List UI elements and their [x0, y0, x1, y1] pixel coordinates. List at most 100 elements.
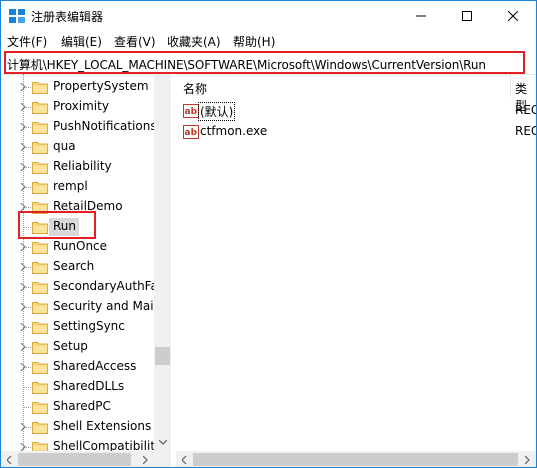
folder-icon: [32, 262, 48, 274]
expand-chevron-icon[interactable]: [19, 182, 28, 192]
chevron-left-icon: [7, 455, 12, 464]
menu-file[interactable]: 文件(F): [7, 33, 47, 50]
chevron-right-icon: [143, 455, 148, 464]
expand-chevron-icon[interactable]: [19, 122, 28, 132]
close-button[interactable]: [490, 1, 536, 31]
expand-chevron-icon[interactable]: [19, 242, 28, 252]
values-pane[interactable]: 名称 类型 ab (默认) REG ab ctfmon.exe REG: [176, 74, 536, 467]
expand-chevron-icon[interactable]: [19, 302, 28, 312]
column-separator[interactable]: [510, 75, 511, 97]
tree-item-label: SharedDLLs: [53, 379, 125, 393]
expand-chevron-icon[interactable]: [19, 422, 28, 432]
tree-item[interactable]: SharedPC: [1, 397, 151, 417]
expand-chevron-icon[interactable]: [19, 102, 28, 112]
tree-item[interactable]: Setup: [1, 337, 151, 357]
string-value-icon: ab: [183, 125, 199, 139]
maximize-icon: [462, 11, 472, 21]
tree-item[interactable]: Shell Extensions: [1, 417, 151, 437]
expand-chevron-icon[interactable]: [19, 342, 28, 352]
tree-item-label: PushNotifications: [53, 119, 157, 133]
tree-item[interactable]: rempl: [1, 177, 151, 197]
run-key-highlight: [18, 211, 96, 239]
maximize-button[interactable]: [444, 1, 490, 31]
expand-chevron-icon[interactable]: [19, 262, 28, 272]
tree-item[interactable]: PushNotifications: [1, 117, 157, 137]
expand-chevron-icon[interactable]: [19, 282, 28, 292]
chevron-down-icon: [158, 440, 167, 445]
tree-connector: [23, 407, 31, 408]
tree-item-label: Shell Extensions: [53, 419, 152, 433]
expand-chevron-icon[interactable]: [19, 82, 28, 92]
tree-item[interactable]: SharedDLLs: [1, 377, 151, 397]
tree-item[interactable]: PropertySystem: [1, 77, 151, 97]
scroll-down-button[interactable]: [154, 434, 171, 451]
address-path[interactable]: 计算机\HKEY_LOCAL_MACHINE\SOFTWARE\Microsof…: [7, 56, 486, 73]
tree-scroll-left-button[interactable]: [1, 451, 18, 467]
chevron-right-icon: [525, 455, 530, 464]
tree-vertical-scrollbar[interactable]: [154, 74, 171, 452]
value-name: (默认): [197, 102, 236, 121]
tree-item[interactable]: SecondaryAuthFa: [1, 277, 158, 297]
tree-item[interactable]: RunOnce: [1, 237, 151, 257]
tree-item-label: SharedPC: [53, 399, 111, 413]
close-icon: [508, 11, 518, 21]
tree-item-label: Security and Main: [53, 299, 162, 313]
values-horizontal-scroll-thumb[interactable]: [193, 453, 518, 466]
window-title: 注册表编辑器: [31, 10, 104, 24]
tree-item[interactable]: SharedAccess: [1, 357, 151, 377]
address-bar[interactable]: 计算机\HKEY_LOCAL_MACHINE\SOFTWARE\Microsof…: [4, 51, 525, 74]
registry-editor-window: 注册表编辑器 文件(F) 编辑(E) 查看(V) 收藏夹(A) 帮助(H) 计算…: [0, 0, 537, 468]
tree-item-label: RunOnce: [53, 239, 108, 253]
menu-view[interactable]: 查看(V): [114, 33, 156, 50]
values-scroll-left-button[interactable]: [176, 451, 193, 467]
menu-favorites[interactable]: 收藏夹(A): [167, 33, 221, 50]
tree-vertical-scroll-thumb[interactable]: [155, 347, 170, 365]
expand-chevron-icon[interactable]: [19, 142, 28, 152]
tree-item[interactable]: Reliability: [1, 157, 151, 177]
values-scroll-right-button[interactable]: [519, 451, 536, 467]
scrollbar-corner: [154, 451, 171, 467]
tree-item[interactable]: SettingSync: [1, 317, 151, 337]
value-row-default[interactable]: ab (默认) REG: [176, 101, 536, 121]
tree-item-label: rempl: [53, 179, 88, 193]
folder-icon: [32, 422, 48, 434]
title-bar[interactable]: 注册表编辑器: [1, 1, 536, 31]
minimize-icon: [416, 15, 426, 17]
chevron-left-icon: [182, 455, 187, 464]
column-header-name[interactable]: 名称: [183, 80, 207, 102]
minimize-button[interactable]: [398, 1, 444, 31]
svg-text:ab: ab: [185, 107, 198, 117]
tree-item[interactable]: qua: [1, 137, 151, 157]
value-row-ctfmon[interactable]: ab ctfmon.exe REG: [176, 122, 536, 142]
registry-editor-icon: [9, 9, 25, 23]
folder-icon: [32, 302, 48, 314]
expand-chevron-icon[interactable]: [19, 322, 28, 332]
expand-chevron-icon[interactable]: [19, 162, 28, 172]
tree-item-label: Setup: [53, 339, 88, 353]
folder-icon: [32, 82, 48, 94]
value-type: REG: [515, 103, 536, 117]
tree-item-label: SecondaryAuthFa: [53, 279, 158, 293]
tree-scroll-right-button[interactable]: [137, 451, 154, 467]
folder-icon: [32, 282, 48, 294]
tree-item-label: qua: [53, 139, 76, 153]
folder-icon: [32, 162, 48, 174]
column-header-type[interactable]: 类型: [515, 80, 536, 113]
folder-icon: [32, 122, 48, 134]
menu-help[interactable]: 帮助(H): [233, 33, 275, 50]
tree-item-label: SharedAccess: [53, 359, 137, 373]
tree-item[interactable]: Proximity: [1, 97, 151, 117]
tree-horizontal-scroll-thumb[interactable]: [18, 453, 131, 466]
tree-item-label: SettingSync: [53, 319, 125, 333]
tree-connector: [23, 387, 31, 388]
folder-icon: [32, 142, 48, 154]
tree-item-label: PropertySystem: [53, 79, 149, 93]
tree-item[interactable]: Security and Main: [1, 297, 161, 317]
expand-chevron-icon[interactable]: [19, 362, 28, 372]
folder-icon: [32, 322, 48, 334]
folder-icon: [32, 242, 48, 254]
tree-item[interactable]: Search: [1, 257, 151, 277]
tree-item-label: Reliability: [53, 159, 112, 173]
folder-icon: [32, 362, 48, 374]
menu-edit[interactable]: 编辑(E): [61, 33, 102, 50]
